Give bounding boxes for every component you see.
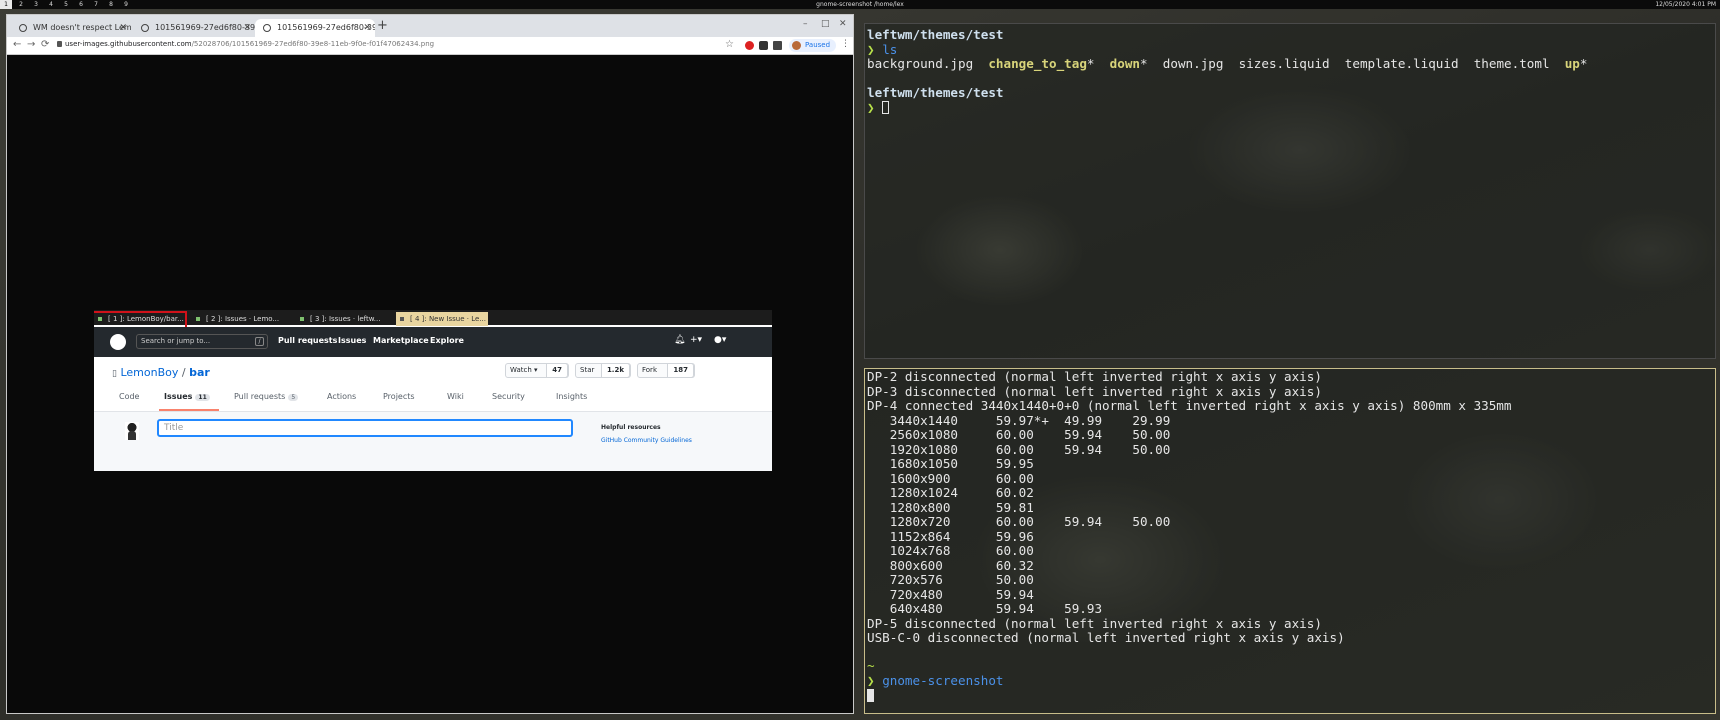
gh-nav-issues: Issues: [338, 336, 367, 345]
tab-label: 101561969-27ed6f80-39e: [155, 23, 255, 32]
output-line: 2560x1080 60.00 59.94 50.00: [867, 427, 1171, 442]
gh-nav-pull-requests: Pull requests: [278, 336, 338, 345]
bookmark-star-icon[interactable]: ☆: [725, 39, 734, 50]
output-line: DP-2 disconnected (normal left inverted …: [867, 369, 1322, 384]
bell-icon: 🔔︎: [674, 335, 686, 345]
new-tab-button[interactable]: +: [377, 18, 388, 33]
repo-icon: ▯: [112, 369, 117, 379]
globe-icon: [263, 24, 271, 32]
back-button[interactable]: ←: [13, 39, 21, 50]
profile-icon: ●▾: [714, 335, 727, 345]
bar-tab-2: [ 2 ]: Issues · Lemo...: [192, 312, 284, 326]
maximize-button[interactable]: □: [821, 19, 830, 29]
terminal-bottom[interactable]: DP-2 disconnected (normal left inverted …: [864, 368, 1716, 714]
plus-icon: +▾: [690, 335, 703, 345]
home-dir: ~: [867, 658, 875, 673]
reload-button[interactable]: ⟳: [41, 39, 49, 50]
minimize-button[interactable]: –: [803, 19, 808, 29]
new-issue-area: Title Helpful resources GitHub Community…: [94, 412, 772, 471]
close-icon[interactable]: ✕: [243, 19, 251, 37]
output-line: 1280x1024 60.02: [867, 485, 1034, 500]
prompt-line: [867, 689, 874, 704]
prompt-line: ❯: [867, 100, 890, 116]
output-line: DP-5 disconnected (normal left inverted …: [867, 615, 1322, 631]
avatar: [792, 41, 801, 50]
output-line: 1600x900 60.00: [867, 470, 1034, 486]
repo-tab-wiki: Wiki: [447, 392, 464, 401]
output-line: 800x600 60.32: [867, 557, 1034, 573]
gh-nav-explore: Explore: [430, 336, 464, 345]
output-line: 1152x864 59.96: [867, 528, 1034, 544]
github-header: Search or jump to... / Pull requests Issu…: [94, 327, 772, 357]
screenshot-image: [ 1 ]: LemonBoy/bar... [ 2 ]: Issues · L…: [94, 310, 772, 471]
community-guidelines-link: GitHub Community Guidelines: [601, 437, 692, 444]
output-line: USB-C-0 disconnected (normal left invert…: [867, 630, 1345, 645]
helpful-resources-heading: Helpful resources: [601, 424, 661, 431]
output-line: 720x480 59.94: [867, 586, 1034, 602]
github-icon: [19, 24, 27, 32]
lock-icon: [57, 41, 62, 47]
cursor: [882, 101, 890, 114]
output-line: 640x480 59.94 59.93: [867, 601, 1103, 616]
extension-icon[interactable]: [759, 41, 768, 50]
issue-title-input: Title: [157, 419, 573, 437]
ls-output: background.jpg change_to_tag* down* down…: [867, 56, 1588, 71]
url-field[interactable]: user-images.githubusercontent.com/520287…: [65, 40, 434, 48]
puzzle-extensions-icon[interactable]: [773, 41, 782, 50]
output-line: 1024x768 60.00: [867, 543, 1034, 558]
tab-image-2[interactable]: 101561969-27ed6f80-39e ✕: [255, 19, 375, 37]
repo-tab-issues: Issues 11: [164, 392, 210, 401]
repo-tab-code: Code: [119, 392, 140, 401]
watch-button: Watch ▾ 47: [505, 363, 569, 378]
github-logo-icon: [110, 334, 126, 350]
tab-strip: WM doesn't respect Lem ✕ 101561969-27ed6…: [7, 15, 853, 37]
globe-icon: [141, 24, 149, 32]
cwd-line: leftwm/themes/test: [867, 85, 1004, 100]
gh-nav-marketplace: Marketplace: [373, 336, 429, 345]
close-window-button[interactable]: ✕: [839, 19, 847, 29]
repo-title: ▯ LemonBoy / bar: [112, 366, 210, 379]
adblock-extension-icon[interactable]: [745, 41, 754, 50]
repo-tab-security: Security: [492, 392, 525, 401]
github-search-input: Search or jump to... /: [136, 334, 268, 349]
tab-label: 101561969-27ed6f80-39e: [277, 23, 375, 32]
tab-github-issue[interactable]: WM doesn't respect Lem ✕: [11, 19, 131, 37]
profile-paused-button[interactable]: Paused: [789, 39, 837, 52]
top-bar: 1 2 3 4 5 6 7 8 9 gnome-screenshot /home…: [0, 0, 1720, 9]
repo-tab-insights: Insights: [556, 392, 588, 401]
clock: 12/05/2020 4:01 PM: [1655, 1, 1716, 8]
bar-tab-4: [ 4 ]: New Issue · Le...: [396, 312, 488, 326]
output-line: DP-3 disconnected (normal left inverted …: [867, 383, 1322, 399]
output-line: 3440x1440 59.97*+ 49.99 29.99: [867, 412, 1171, 428]
output-line: 720x576 50.00: [867, 572, 1034, 587]
prompt-line: ❯ gnome-screenshot: [867, 673, 1004, 688]
fork-button: Fork 187: [637, 363, 695, 378]
output-line: 1280x800 59.81: [867, 499, 1034, 515]
cursor: [867, 689, 874, 702]
cwd-line: leftwm/themes/test: [867, 27, 1004, 42]
output-line: DP-4 connected 3440x1440+0+0 (normal lef…: [867, 398, 1512, 413]
avatar: [125, 422, 139, 440]
repo-tab-actions: Actions: [327, 392, 357, 401]
bar-tab-3: [ 3 ]: Issues · leftw...: [296, 312, 384, 326]
terminal-top[interactable]: leftwm/themes/test ❯ ls background.jpg c…: [864, 23, 1716, 359]
menu-icon[interactable]: ⋮: [841, 39, 850, 49]
focused-window-title: gnome-screenshot /home/lex: [816, 1, 904, 8]
address-bar: ← → ⟳ user-images.githubusercontent.com/…: [7, 37, 853, 55]
output-line: 1920x1080 60.00 59.94 50.00: [867, 441, 1171, 457]
close-icon[interactable]: ✕: [119, 19, 127, 37]
star-button: Star 1.2k: [575, 363, 631, 378]
repo-tab-pull-requests: Pull requests 5: [234, 392, 299, 401]
close-icon[interactable]: ✕: [363, 19, 371, 37]
forward-button[interactable]: →: [27, 39, 35, 50]
output-line: 1680x1050 59.95: [867, 456, 1034, 471]
status-bar-tabs: [ 1 ]: LemonBoy/bar... [ 2 ]: Issues · L…: [94, 310, 772, 331]
output-line: 1280x720 60.00 59.94 50.00: [867, 514, 1171, 529]
repo-tab-projects: Projects: [383, 392, 415, 401]
browser-window: WM doesn't respect Lem ✕ 101561969-27ed6…: [6, 14, 854, 714]
tab-label: WM doesn't respect Lem: [33, 23, 131, 32]
tab-image-1[interactable]: 101561969-27ed6f80-39e ✕: [133, 19, 255, 37]
